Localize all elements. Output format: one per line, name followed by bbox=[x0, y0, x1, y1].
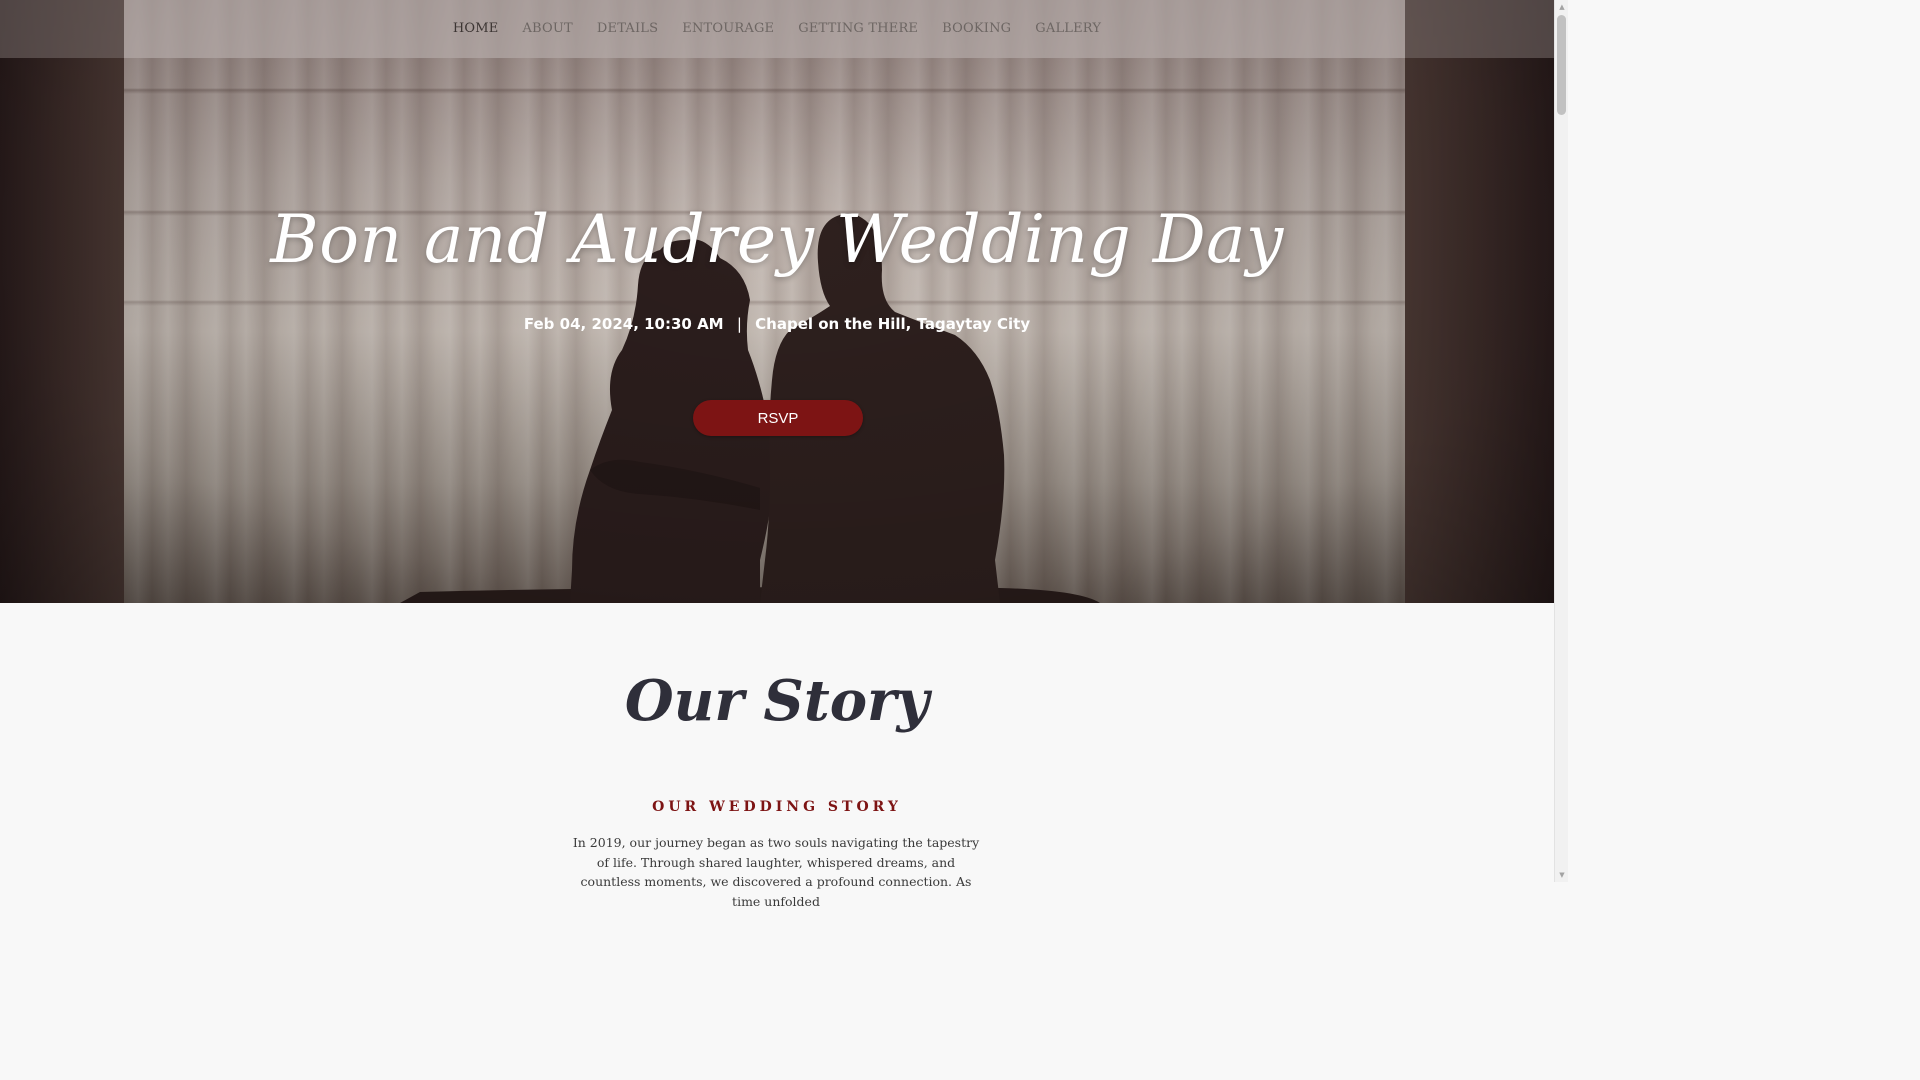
our-story-section: Our Story OUR WEDDING STORY In 2019, our… bbox=[0, 603, 1554, 909]
nav-link-gallery[interactable]: GALLERY bbox=[1023, 0, 1113, 58]
hero-separator: | bbox=[736, 315, 742, 333]
page-scrollbar[interactable]: ▲ ▼ bbox=[1554, 0, 1568, 882]
hero-vignette bbox=[0, 0, 1554, 603]
chevron-down-icon[interactable]: ▼ bbox=[1555, 868, 1569, 882]
hero-venue: Chapel on the Hill, Tagaytay City bbox=[755, 315, 1031, 333]
nav-link-about[interactable]: ABOUT bbox=[510, 0, 584, 58]
hero-date-time: Feb 04, 2024, 10:30 AM bbox=[523, 315, 724, 333]
story-title: Our Story bbox=[624, 668, 930, 734]
nav-link-home[interactable]: HOME bbox=[441, 0, 511, 58]
nav-links: HOME ABOUT DETAILS ENTOURAGE GETTING THE… bbox=[0, 0, 1554, 58]
story-text: In 2019, our journey began as two souls … bbox=[572, 835, 980, 909]
story-heading: OUR WEDDING STORY bbox=[652, 799, 902, 815]
rsvp-button[interactable]: RSVP bbox=[693, 400, 863, 436]
hero-section: HOME ABOUT DETAILS ENTOURAGE GETTING THE… bbox=[0, 0, 1554, 603]
top-navbar: HOME ABOUT DETAILS ENTOURAGE GETTING THE… bbox=[0, 0, 1554, 58]
scrollbar-thumb[interactable] bbox=[1557, 15, 1566, 115]
nav-link-booking[interactable]: BOOKING bbox=[930, 0, 1023, 58]
chevron-up-icon[interactable]: ▲ bbox=[1555, 0, 1569, 14]
hero-event-info: Feb 04, 2024, 10:30 AM | Chapel on the H… bbox=[0, 312, 1554, 336]
hero-title: Bon and Audrey Wedding Day bbox=[270, 201, 1284, 278]
nav-link-details[interactable]: DETAILS bbox=[585, 0, 670, 58]
nav-link-entourage[interactable]: ENTOURAGE bbox=[670, 0, 786, 58]
nav-link-getting-there[interactable]: GETTING THERE bbox=[786, 0, 930, 58]
